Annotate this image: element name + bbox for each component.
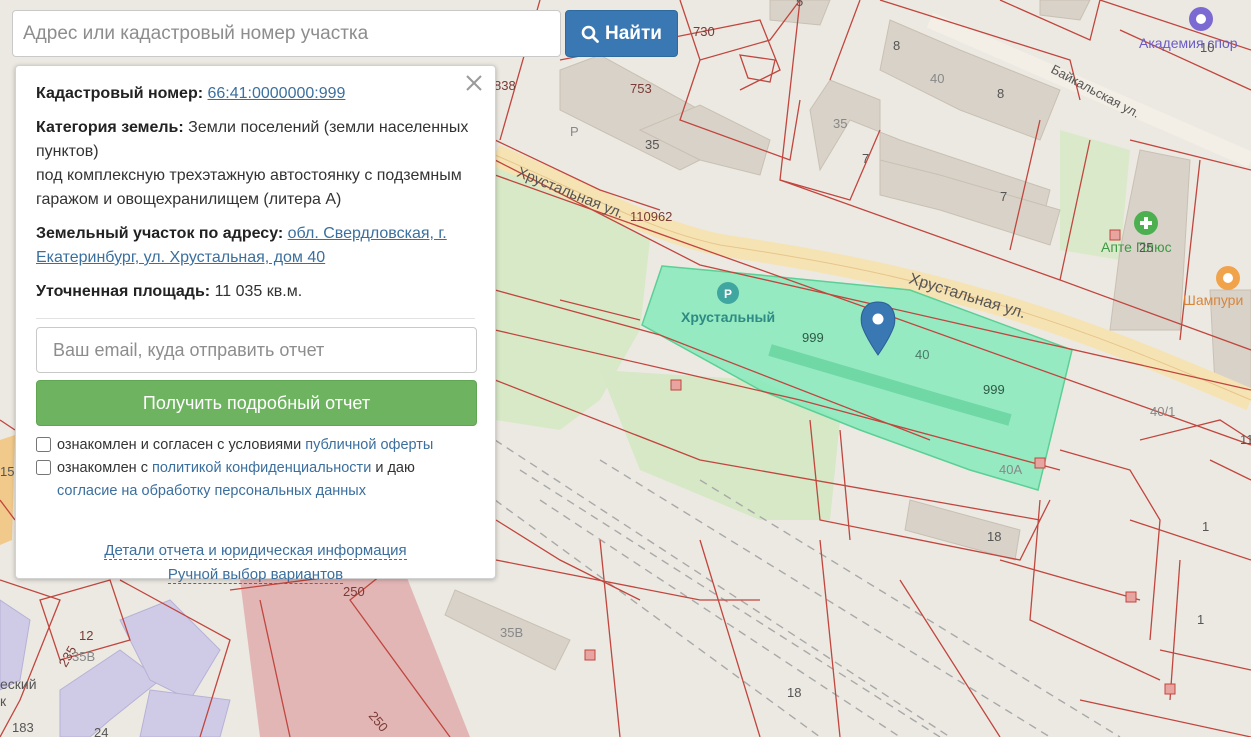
poi-label: Апте Плюс: [1101, 239, 1172, 255]
area-label: Уточненная площадь:: [36, 283, 211, 300]
parcel-number: 12: [79, 628, 93, 643]
parcel-number: 10: [1200, 40, 1214, 55]
parcel-number: 35: [645, 137, 659, 152]
offer-consent-text: ознакомлен и согласен с условиями публич…: [57, 437, 434, 453]
parcel-number: 18: [987, 529, 1001, 544]
email-input[interactable]: [36, 327, 477, 373]
personal-data-consent-link[interactable]: согласие на обработку персональных данны…: [57, 483, 366, 499]
parcel-number: 753: [630, 81, 652, 96]
address-label: Земельный участок по адресу:: [36, 225, 284, 242]
parcel-number: Р: [570, 124, 579, 139]
parcel-number: 35: [833, 116, 847, 131]
parcel-number: 999: [983, 382, 1005, 397]
parcel-number: 25: [1139, 240, 1153, 255]
parcel-number: 40А: [999, 462, 1022, 477]
manual-selection-link[interactable]: Ручной выбор вариантов: [167, 566, 344, 584]
panel-footer-links: Детали отчета и юридическая информация Р…: [36, 539, 475, 587]
parcel-number: 838: [494, 78, 516, 93]
public-offer-link[interactable]: публичной оферты: [305, 437, 433, 453]
parcel-number: 8: [997, 86, 1004, 101]
address-row: Земельный участок по адресу: обл. Свердл…: [36, 222, 475, 270]
parcel-number: 730: [693, 24, 715, 39]
parcel-number: 7: [862, 151, 869, 166]
cadastral-number-row: Кадастровый номер: 66:41:0000000:999: [36, 82, 475, 106]
area-row: Уточненная площадь: 11 035 кв.м.: [36, 280, 475, 304]
parcel-number: 40: [915, 347, 929, 362]
poi-label: Академия спор: [1139, 35, 1238, 51]
cafe-icon[interactable]: [1216, 266, 1240, 290]
academy-icon[interactable]: [1189, 7, 1213, 31]
parcel-number: 24: [94, 725, 108, 737]
parcel-number: 110962: [630, 209, 672, 224]
offer-consent-row: ознакомлен и согласен с условиями публич…: [36, 434, 475, 457]
report-details-link[interactable]: Детали отчета и юридическая информация: [104, 542, 407, 560]
privacy-consent-text: ознакомлен с политикой конфиденциальност…: [57, 460, 415, 499]
parcel-number: 7: [1000, 189, 1007, 204]
poi-label: еский: [0, 676, 37, 692]
parcel-number: 35В: [72, 649, 95, 664]
parcel-number: 40/1: [1150, 404, 1175, 419]
land-category-row: Категория земель: Земли поселений (земли…: [36, 116, 475, 212]
cadastral-number-link[interactable]: 66:41:0000000:999: [208, 85, 346, 102]
parcel-number: 18: [787, 685, 801, 700]
parcel-number: 183: [12, 720, 34, 735]
get-report-button[interactable]: Получить подробный отчет: [36, 380, 477, 426]
land-category-label: Категория земель:: [36, 119, 184, 136]
parcel-info-panel: Кадастровый номер: 66:41:0000000:999 Кат…: [15, 65, 496, 584]
search-icon: [581, 25, 599, 43]
pharmacy-icon[interactable]: [1134, 211, 1158, 235]
parcel-number: 1: [1197, 612, 1204, 627]
privacy-policy-link[interactable]: политикой конфиденциальности: [152, 460, 371, 476]
area-value: 11 035 кв.м.: [214, 283, 303, 300]
search-input[interactable]: [12, 10, 561, 57]
search-button[interactable]: Найти: [565, 10, 678, 57]
parcel-number: 15: [0, 464, 14, 479]
cadastral-number-label: Кадастровый номер:: [36, 85, 204, 102]
parking-icon[interactable]: P: [717, 282, 739, 304]
svg-text:P: P: [724, 287, 732, 301]
search-button-label: Найти: [605, 22, 662, 44]
parcel-number: 5: [796, 0, 803, 9]
parcel-number: 8: [893, 38, 900, 53]
parcel-number: 1: [1202, 519, 1209, 534]
privacy-checkbox[interactable]: [36, 460, 51, 475]
poi-label: Хрустальный: [681, 309, 775, 325]
poi-label: Шампури: [1183, 292, 1243, 308]
parcel-number: 999: [802, 330, 824, 345]
close-button[interactable]: [463, 72, 485, 94]
parcel-number: 40: [930, 71, 944, 86]
privacy-consent-row: ознакомлен с политикой конфиденциальност…: [36, 457, 475, 503]
poi-label: к: [0, 693, 7, 709]
offer-checkbox[interactable]: [36, 437, 51, 452]
get-report-button-label: Получить подробный отчет: [142, 393, 371, 413]
land-usage-text: под комплексную трехэтажную автостоянку …: [36, 167, 462, 208]
close-icon: [466, 75, 482, 91]
parcel-number: 11: [1240, 432, 1251, 447]
panel-divider: [36, 318, 475, 319]
parcel-number: 35В: [500, 625, 523, 640]
